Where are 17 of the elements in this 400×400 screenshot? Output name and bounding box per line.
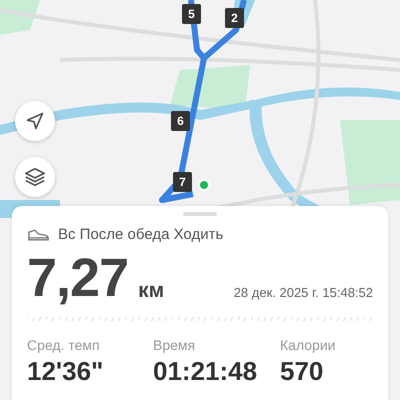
navigation-arrow-icon <box>25 111 45 131</box>
drag-handle[interactable] <box>183 212 217 216</box>
activity-datetime: 28 дек. 2025 г. 15:48:52 <box>234 285 373 301</box>
stat-label: Сред. темп <box>27 337 101 353</box>
stat-label: Калории <box>280 337 336 353</box>
km-marker: 7 <box>173 172 192 192</box>
stat-label: Время <box>153 337 196 353</box>
km-marker: 2 <box>225 8 244 28</box>
shoe-icon <box>27 228 50 242</box>
activity-title: Вс После обеда Ходить <box>58 226 224 243</box>
stat-value: 01:21:48 <box>153 357 258 385</box>
distance-unit: км <box>138 281 164 301</box>
km-marker: 5 <box>182 4 201 24</box>
stat-value: 570 <box>280 357 324 385</box>
layers-icon <box>24 166 46 188</box>
km-marker: 6 <box>171 111 190 131</box>
stat-value: 12'36" <box>27 357 104 385</box>
